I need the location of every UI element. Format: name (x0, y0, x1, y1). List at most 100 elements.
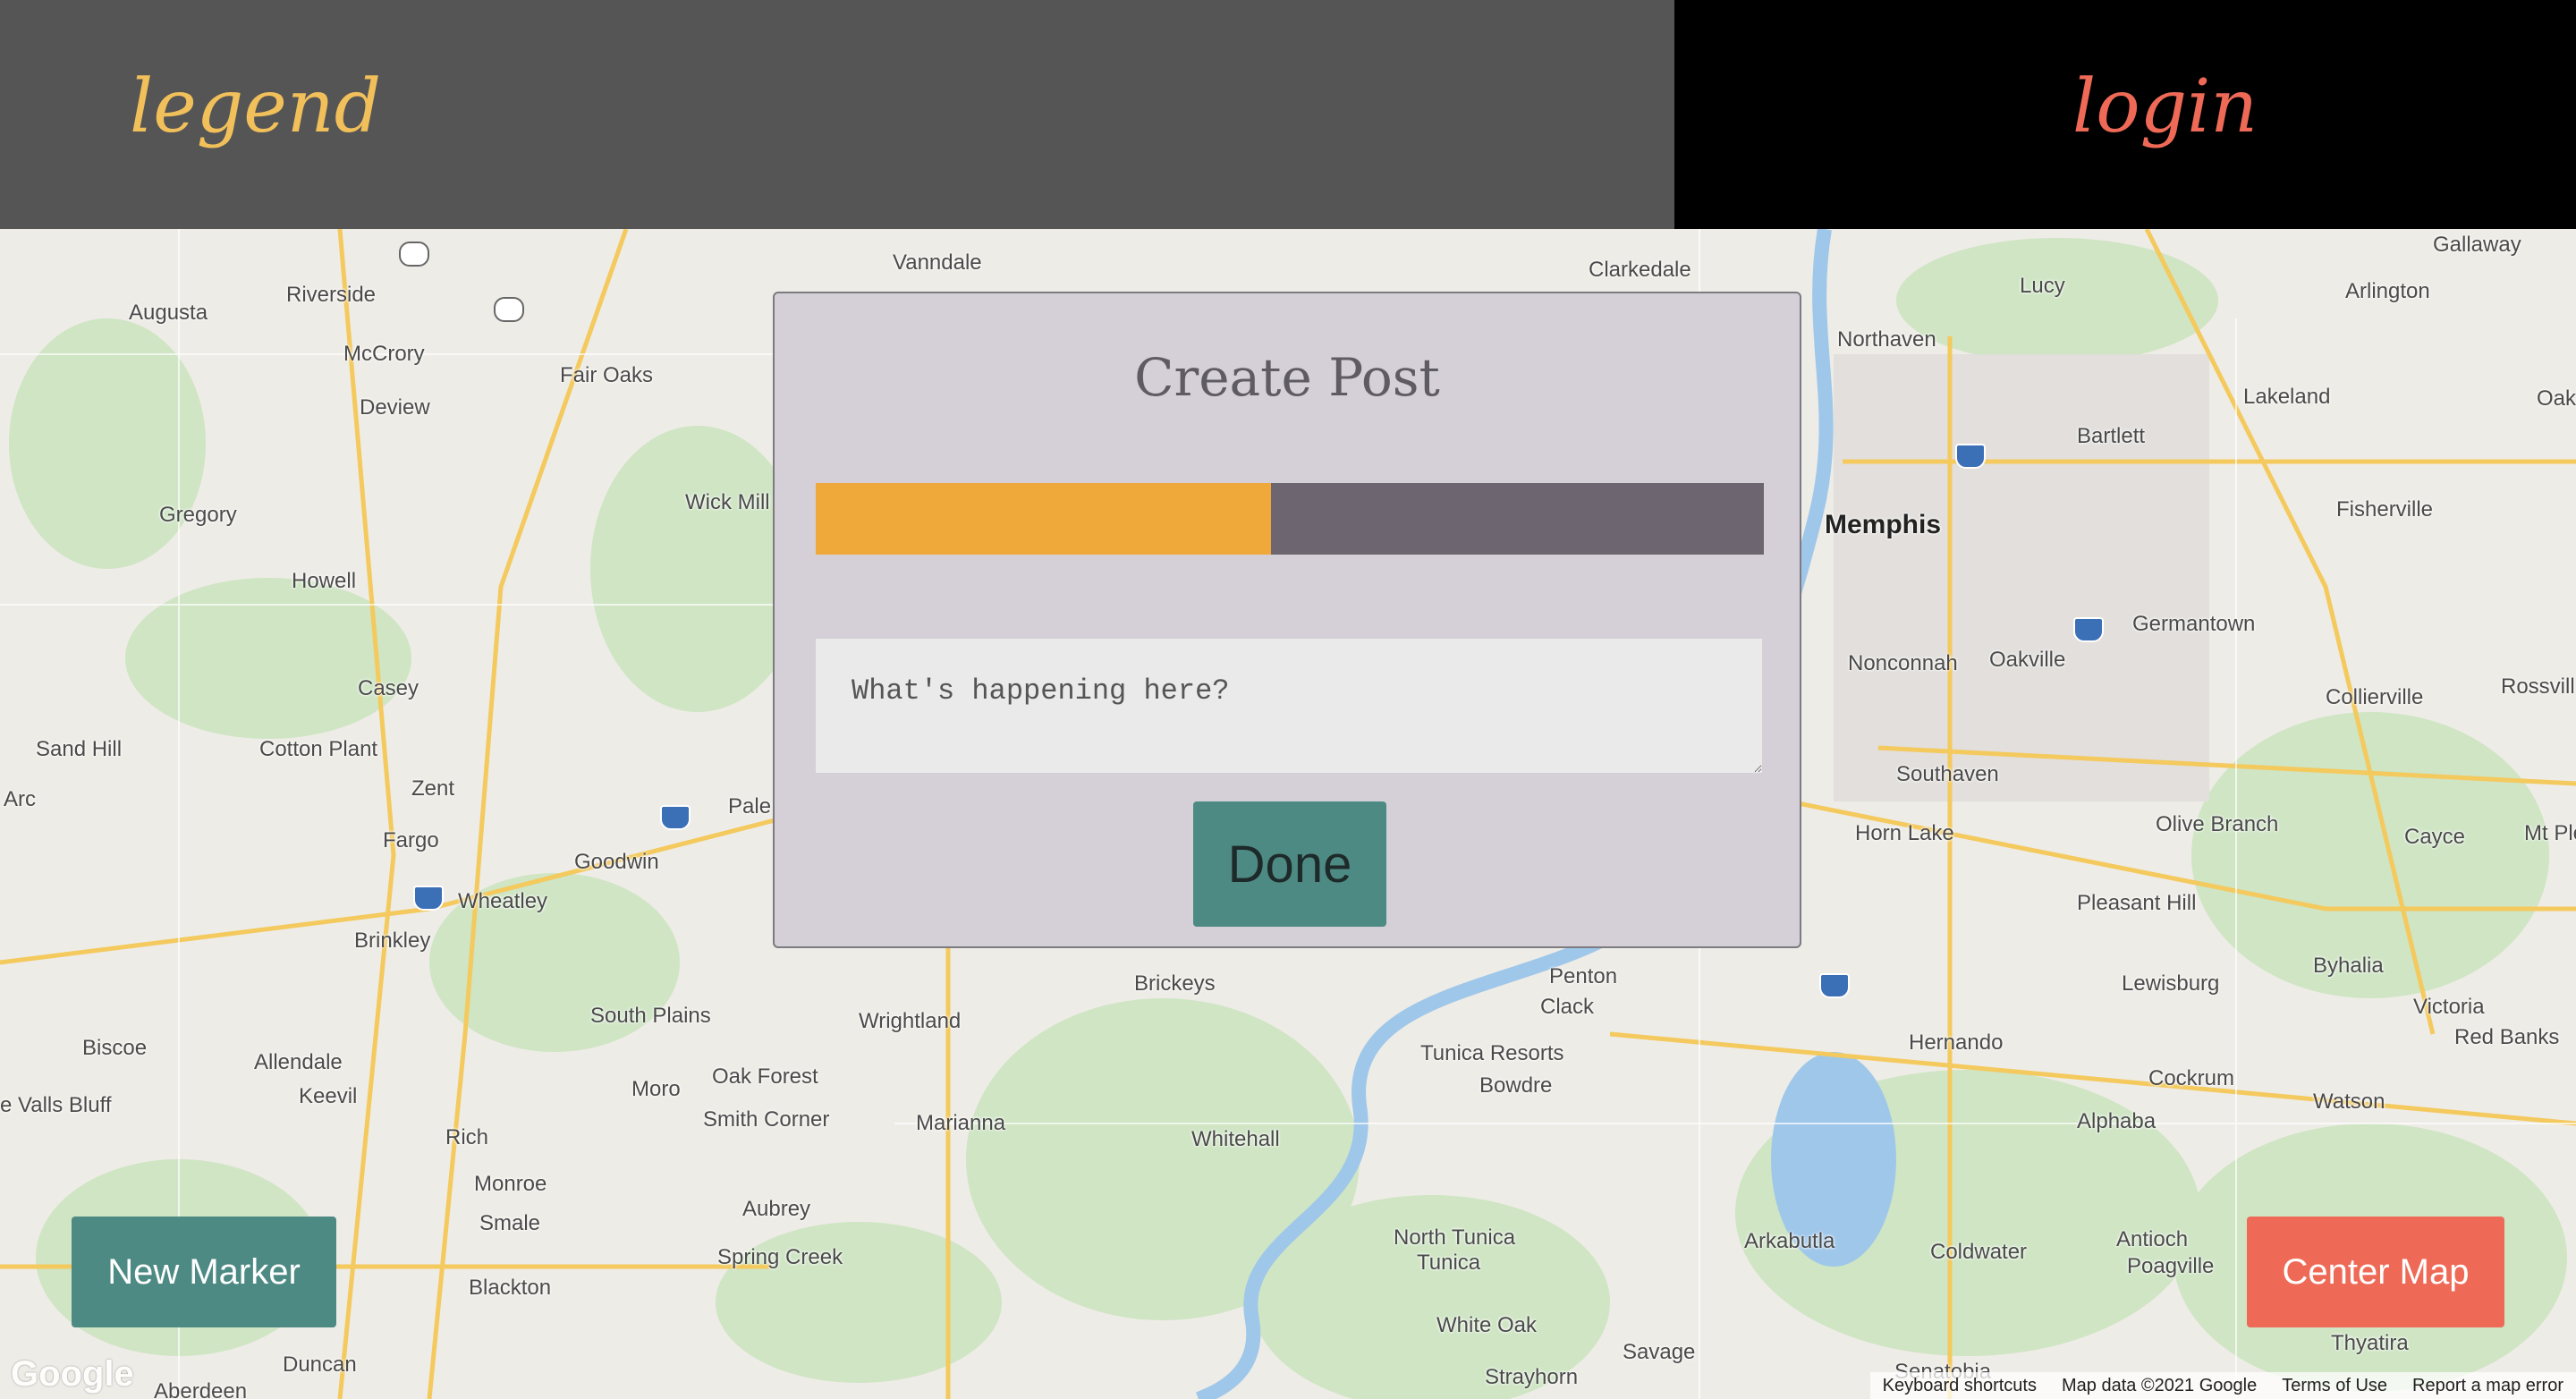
map-label: Cockrum (2148, 1066, 2235, 1090)
map-label: Antioch (2116, 1227, 2189, 1251)
map-label: Smale (479, 1211, 541, 1235)
map-label: Hernando (1909, 1030, 2004, 1055)
interstate-shield-icon (1819, 973, 1850, 998)
map-label: Brickeys (1134, 971, 1216, 996)
map-label: Goodwin (574, 850, 659, 874)
map-label: Brinkley (354, 928, 431, 953)
map-label: Coldwater (1930, 1240, 2028, 1264)
header-left-panel: legend (0, 0, 1674, 229)
map-label: Fargo (383, 828, 439, 852)
map-label: Keevil (299, 1084, 358, 1108)
map-label: Watson (2313, 1090, 2385, 1114)
map-label: Lucy (2020, 274, 2065, 298)
done-button[interactable]: Done (1193, 801, 1386, 927)
map-label: Pale (728, 794, 772, 818)
map-label: Cayce (2404, 825, 2466, 849)
map-label: e Valls Bluff (0, 1093, 112, 1117)
map-data-attribution: Map data ©2021 Google (2061, 1375, 2258, 1395)
map-label: Casey (358, 676, 419, 700)
header-right-panel: login (1674, 0, 2576, 229)
keyboard-shortcuts-link[interactable]: Keyboard shortcuts (1870, 1376, 2049, 1396)
interstate-shield-icon (413, 886, 444, 911)
map-label: Oak Forest (712, 1064, 818, 1089)
map-label: Northaven (1837, 327, 1936, 352)
route-shield-icon (399, 242, 429, 267)
map-label: Germantown (2132, 612, 2256, 636)
progress-bar (816, 483, 1764, 555)
map-label: Alphaba (2077, 1109, 2157, 1133)
new-marker-button[interactable]: New Marker (72, 1217, 336, 1327)
map-label: Whitehall (1191, 1127, 1280, 1151)
modal-title: Create Post (1134, 347, 1440, 408)
map-label: Arlington (2345, 279, 2430, 303)
map-label: Olive Branch (2156, 812, 2279, 836)
map-label: Collierville (2326, 685, 2424, 709)
progress-bar-fill (816, 483, 1271, 555)
map-label: Horn Lake (1855, 821, 1954, 845)
login-link[interactable]: login (2072, 64, 2258, 149)
map-label: Southaven (1896, 762, 1999, 786)
map-label: Aubrey (742, 1197, 811, 1221)
map-label: Vanndale (893, 250, 982, 275)
route-shield-icon (494, 297, 524, 322)
map-label: Rossvill (2501, 674, 2575, 699)
map-label: Bartlett (2077, 424, 2146, 448)
map-label: Howell (292, 569, 357, 593)
map-label: Monroe (474, 1172, 547, 1196)
map-label: Spring Creek (717, 1245, 843, 1269)
interstate-shield-icon (2073, 617, 2104, 642)
map-label: Penton (1549, 964, 1618, 988)
map-label: Marianna (916, 1111, 1006, 1135)
map-label: Fair Oaks (560, 363, 654, 387)
terms-of-use-link[interactable]: Terms of Use (2269, 1376, 2400, 1396)
map-label: Clack (1540, 995, 1595, 1019)
interstate-shield-icon (660, 805, 691, 830)
map-label: Augusta (129, 301, 208, 325)
map-label: Bowdre (1479, 1073, 1553, 1098)
map-label: White Oak (1436, 1313, 1538, 1337)
map-label: Strayhorn (1485, 1365, 1579, 1389)
map-label: McCrory (343, 342, 425, 366)
map-label: Pleasant Hill (2077, 891, 2197, 915)
map-label: Lewisburg (2122, 971, 2220, 996)
map-label: Zent (411, 776, 455, 801)
map-label: Gallaway (2433, 233, 2521, 257)
legend-link[interactable]: legend (130, 64, 381, 149)
map-label: Sand Hill (36, 737, 123, 761)
map-label: Aberdeen (154, 1379, 248, 1399)
map-label: Rich (445, 1125, 489, 1149)
map-label: South Plains (590, 1004, 711, 1028)
top-nav: legend login (0, 0, 2576, 229)
map-label: Savage (1623, 1340, 1696, 1364)
post-text-input[interactable] (816, 639, 1762, 773)
center-map-button[interactable]: Center Map (2247, 1217, 2504, 1327)
interstate-shield-icon (1955, 444, 1986, 469)
map-label: Poagville (2127, 1254, 2215, 1278)
map-label: Tunica (1417, 1251, 1481, 1275)
map-label: Wrightland (859, 1009, 962, 1033)
map-label: Oak (2537, 386, 2576, 411)
map-label: Gregory (159, 503, 237, 527)
map-label: Fisherville (2336, 497, 2434, 521)
map-footer: Keyboard shortcuts Map data ©2021 Google… (1869, 1372, 2576, 1399)
map-label: Biscoe (82, 1036, 148, 1060)
map-label: Duncan (283, 1352, 357, 1377)
map-label: Riverside (286, 283, 377, 307)
map-label: Lakeland (2243, 385, 2331, 409)
map-label: Clarkedale (1589, 258, 1691, 282)
report-map-error-link[interactable]: Report a map error (2400, 1376, 2576, 1396)
map-label: Smith Corner (703, 1107, 830, 1132)
map-label: Cotton Plant (259, 737, 378, 761)
create-post-modal: Create Post Done (773, 292, 1801, 948)
map-label: Thyatira (2331, 1331, 2409, 1355)
map-label: Blackton (469, 1276, 552, 1300)
map-label: Byhalia (2313, 954, 2384, 978)
map-label: North Tunica (1394, 1225, 1516, 1250)
map-label: Allendale (254, 1050, 343, 1074)
map-label: Wheatley (458, 889, 548, 913)
map-label: Deview (360, 395, 430, 420)
map-label: Victoria (2413, 995, 2485, 1019)
map-label-memphis: Memphis (1825, 510, 1942, 539)
map-label: Arkabutla (1744, 1229, 1835, 1253)
map-label: Mt Ple (2524, 821, 2576, 845)
